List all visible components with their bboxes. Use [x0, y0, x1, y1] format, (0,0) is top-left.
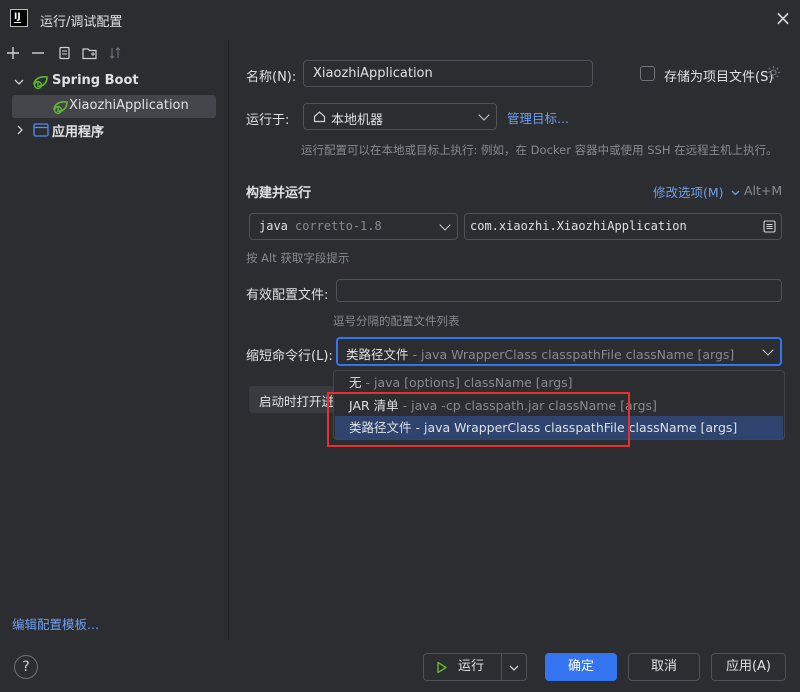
field-hint: 按 Alt 获取字段提示: [246, 251, 350, 265]
app-logo-text: IJ: [14, 12, 21, 22]
tree-group2-label: 应用程序: [52, 125, 105, 140]
spring-boot-icon: [53, 101, 68, 115]
name-field[interactable]: XiaozhiApplication: [303, 60, 593, 87]
remove-icon[interactable]: [28, 43, 48, 63]
jdk-combobox[interactable]: java corretto-1.8: [249, 213, 458, 240]
dialog-button-bar: ? 运行 确定 取消 应用(A): [0, 640, 800, 692]
edit-templates-link[interactable]: 编辑配置模板...: [12, 614, 99, 633]
store-as-project-file-label: 存储为项目文件(S): [664, 70, 774, 85]
store-as-project-file-checkbox[interactable]: [640, 66, 655, 81]
browse-icon[interactable]: [763, 220, 776, 233]
app-logo-icon: IJ: [10, 9, 28, 27]
window-title: 运行/调试配置: [40, 15, 123, 30]
new-folder-icon[interactable]: [80, 43, 100, 63]
sort-icon[interactable]: [106, 43, 126, 63]
spring-boot-icon: [33, 76, 48, 90]
tree-group-label: Spring Boot: [52, 73, 139, 88]
shorten-command-line-value: 类路径文件 - java WrapperClass classpathFile …: [346, 347, 735, 362]
name-label: 名称(N):: [246, 70, 297, 85]
chevron-down-icon: [731, 190, 739, 196]
modify-options-label: 修改选项(M): [653, 185, 724, 200]
tree-item-xiaozhiapplication[interactable]: XiaozhiApplication: [12, 95, 216, 118]
chevron-down-icon: [762, 344, 774, 356]
active-profiles-hint: 逗号分隔的配置文件列表: [333, 314, 460, 328]
run-button[interactable]: 运行: [423, 653, 527, 681]
open-browser-on-launch-chip[interactable]: 启动时打开迸: [249, 386, 333, 413]
close-icon[interactable]: ×: [772, 8, 794, 30]
run-on-hint: 运行配置可以在本地或目标上执行: 例如，在 Docker 容器中或使用 SSH …: [301, 143, 778, 157]
shorten-command-line-label: 缩短命令行(L):: [246, 349, 333, 364]
config-tree-panel: Spring Boot XiaozhiApplication 应用程序 编辑配置…: [0, 40, 229, 640]
add-icon[interactable]: [3, 43, 23, 63]
apply-button[interactable]: 应用(A): [711, 653, 786, 681]
name-field-value: XiaozhiApplication: [313, 66, 433, 81]
active-profiles-label: 有效配置文件:: [246, 288, 329, 303]
manage-targets-link[interactable]: 管理目标...: [507, 108, 569, 127]
home-icon: [313, 111, 326, 123]
run-on-label: 运行于:: [246, 113, 290, 128]
chevron-right-icon[interactable]: [15, 125, 25, 135]
tree-group-spring-boot[interactable]: Spring Boot: [0, 71, 229, 93]
copy-icon[interactable]: [54, 43, 74, 63]
jdk-version: corretto-1.8: [295, 219, 382, 233]
run-on-value: 本地机器: [331, 113, 384, 128]
modify-options-shortcut: Alt+M: [744, 183, 783, 198]
open-browser-label: 启动时打开迸: [259, 394, 333, 409]
ok-button[interactable]: 确定: [545, 653, 617, 681]
dropdown-option-none[interactable]: 无 - java [options] className [args]: [335, 371, 783, 394]
title-bar: IJ 运行/调试配置 ×: [0, 0, 800, 40]
active-profiles-input[interactable]: [336, 279, 782, 302]
chevron-down-icon[interactable]: [14, 77, 24, 87]
main-class-value: com.xiaozhi.XiaozhiApplication: [470, 219, 687, 233]
modify-options-link[interactable]: 修改选项(M): [653, 182, 740, 201]
build-and-run-heading: 构建并运行: [246, 186, 312, 201]
cancel-button[interactable]: 取消: [628, 653, 700, 681]
run-on-combobox[interactable]: 本地机器: [303, 103, 497, 130]
run-button-label: 运行: [458, 659, 485, 674]
chevron-down-icon: [478, 109, 490, 121]
main-class-field[interactable]: com.xiaozhi.XiaozhiApplication: [464, 213, 782, 240]
tree-item-label: XiaozhiApplication: [69, 98, 189, 113]
help-icon[interactable]: ?: [14, 655, 38, 679]
application-icon: [33, 123, 49, 137]
tree-group-applications[interactable]: 应用程序: [0, 119, 229, 141]
chevron-down-icon: [439, 219, 451, 231]
gear-icon[interactable]: [766, 65, 781, 80]
jdk-java-label: java: [259, 219, 288, 233]
run-icon: [437, 661, 447, 674]
annotation-highlight-box: [327, 392, 630, 447]
shorten-command-line-combobox[interactable]: 类路径文件 - java WrapperClass classpathFile …: [336, 337, 782, 366]
chevron-down-icon[interactable]: [509, 664, 519, 672]
